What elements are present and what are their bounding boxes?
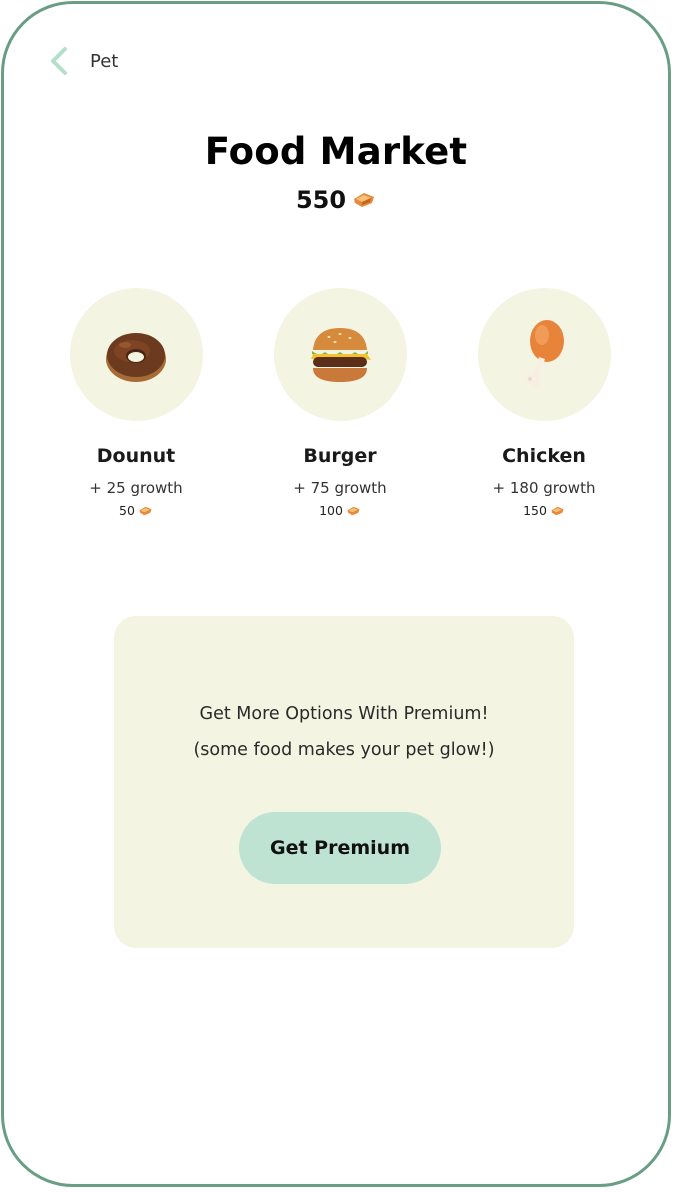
item-growth: + 180 growth [492, 479, 596, 497]
treat-coin-icon [354, 193, 375, 207]
item-growth: + 25 growth [89, 479, 183, 497]
treat-coin-icon [347, 506, 360, 515]
get-premium-button[interactable]: Get Premium [239, 812, 441, 884]
treat-coin-icon [139, 506, 152, 515]
promo-headline: Get More Options With Premium! [199, 704, 489, 724]
item-price: 150 [444, 503, 644, 518]
item-name: Chicken [502, 445, 586, 467]
back-button[interactable] [44, 46, 74, 76]
food-item-chicken[interactable]: Chicken + 180 growth 150 [444, 288, 644, 518]
premium-promo-card: Get More Options With Premium! (some foo… [114, 616, 574, 948]
item-price: 100 [240, 503, 440, 518]
donut-icon [106, 332, 166, 382]
food-item-burger[interactable]: Burger + 75 growth 100 [240, 288, 440, 518]
item-name: Burger [303, 445, 377, 467]
item-image-circle [273, 288, 407, 421]
item-price: 50 [36, 503, 236, 518]
chicken-leg-icon [525, 319, 564, 388]
top-nav-bar: Pet [44, 44, 118, 78]
item-name: Dounut [96, 445, 176, 467]
promo-subtext: (some food makes your pet glow!) [193, 740, 495, 760]
item-image-circle [69, 288, 203, 421]
treat-coin-icon [551, 506, 564, 515]
item-price-value: 100 [319, 503, 343, 518]
burger-icon [311, 327, 371, 382]
item-price-value: 50 [119, 503, 135, 518]
item-image-circle [477, 288, 611, 421]
coin-balance: 550 [4, 186, 668, 214]
chevron-left-icon [51, 47, 67, 75]
phone-frame: Pet Food Market 550 Dounut + 25 growth 5… [1, 1, 671, 1187]
nav-title: Pet [90, 50, 119, 72]
food-item-donut[interactable]: Dounut + 25 growth 50 [36, 288, 236, 518]
balance-value: 550 [295, 186, 347, 214]
page-title: Food Market [204, 130, 468, 173]
item-growth: + 75 growth [293, 479, 387, 497]
item-price-value: 150 [523, 503, 547, 518]
